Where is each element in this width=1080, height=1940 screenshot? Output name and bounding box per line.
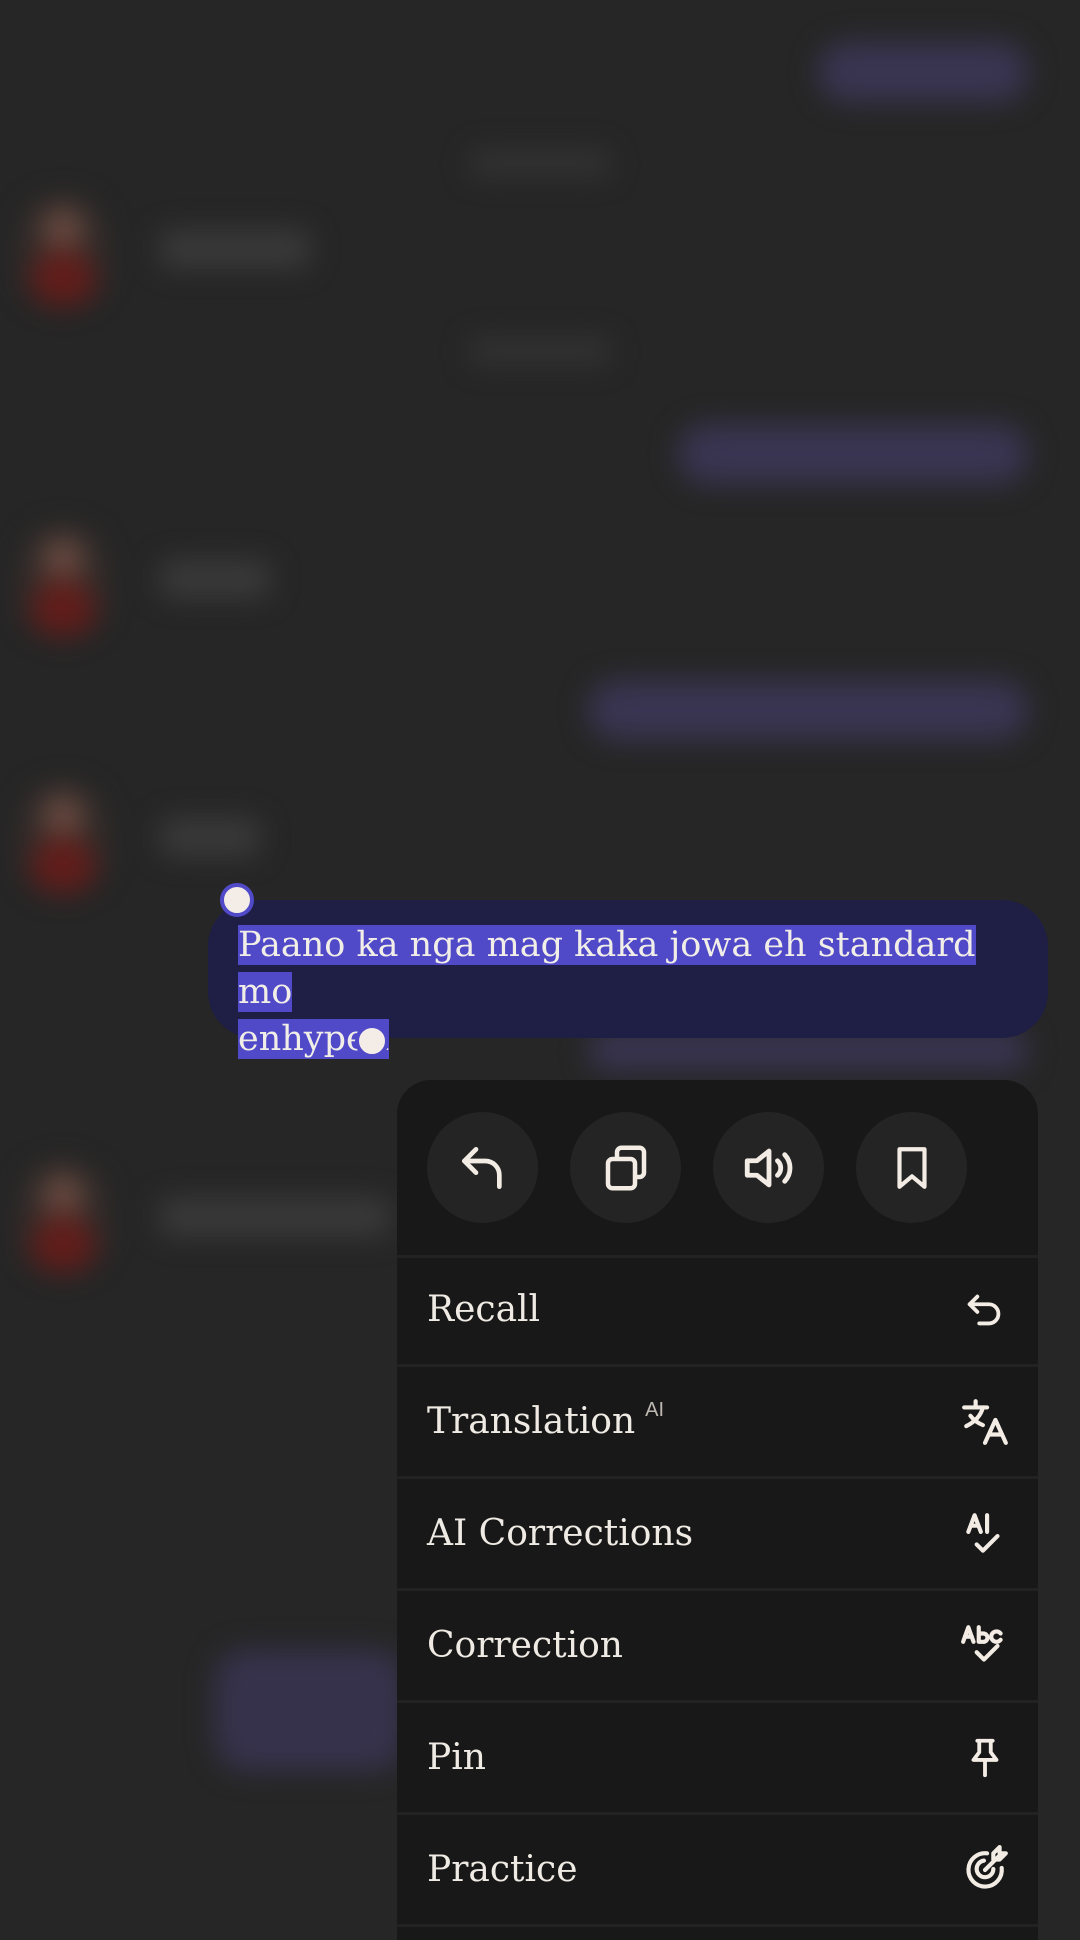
bookmark-button[interactable]	[856, 1112, 967, 1223]
chat-bubble	[678, 424, 1028, 484]
menu-item-correction[interactable]: Correction	[397, 1591, 1038, 1703]
contact-name	[160, 230, 310, 268]
message-context-menu: Recall Translation AI AI Corrections Corr…	[397, 1080, 1038, 1940]
contact-name	[160, 560, 270, 598]
translate-icon	[962, 1399, 1008, 1445]
contact-name	[160, 818, 260, 856]
contact-name	[160, 1198, 390, 1236]
timestamp	[470, 150, 610, 176]
speak-button[interactable]	[713, 1112, 824, 1223]
chat-bubble	[818, 42, 1028, 102]
selection-start-handle[interactable]	[220, 883, 254, 917]
chat-bubble	[215, 1650, 405, 1770]
message-line-1: Paano ka nga mag kaka jowa eh standard m…	[238, 925, 976, 1012]
avatar	[22, 1164, 104, 1272]
avatar	[22, 198, 104, 306]
copy-icon	[605, 1145, 646, 1190]
menu-item-ai-corrections[interactable]: AI Corrections	[397, 1479, 1038, 1591]
practice-label: Practice	[427, 1849, 578, 1890]
menu-item-recall[interactable]: Recall	[397, 1255, 1038, 1367]
menu-item-translation[interactable]: Translation AI	[397, 1367, 1038, 1479]
avatar	[22, 785, 104, 893]
pin-label: Pin	[427, 1737, 486, 1778]
copy-button[interactable]	[570, 1112, 681, 1223]
target-icon	[966, 1845, 1008, 1889]
speaker-icon	[744, 1148, 792, 1187]
undo-icon	[967, 1294, 1001, 1326]
ai-badge: AI	[645, 1399, 665, 1421]
avatar	[22, 528, 104, 636]
menu-item-practice[interactable]: Practice	[397, 1815, 1038, 1927]
pin-icon	[971, 1738, 999, 1778]
translation-label: Translation	[427, 1401, 636, 1442]
translation-label-wrap: Translation AI	[427, 1399, 665, 1442]
quick-actions-row	[397, 1080, 1038, 1258]
timestamp	[470, 338, 610, 364]
correction-label: Correction	[427, 1625, 623, 1666]
ai-check-icon	[966, 1513, 1000, 1553]
spellcheck-icon	[961, 1625, 1003, 1662]
menu-item-pin[interactable]: Pin	[397, 1703, 1038, 1815]
selection-end-handle[interactable]	[355, 1024, 389, 1058]
bookmark-icon	[896, 1146, 927, 1189]
reply-button[interactable]	[427, 1112, 538, 1223]
ai-corrections-label: AI Corrections	[427, 1513, 694, 1554]
chat-bubble	[588, 680, 1028, 740]
recall-label: Recall	[427, 1289, 541, 1330]
reply-icon	[461, 1146, 502, 1189]
